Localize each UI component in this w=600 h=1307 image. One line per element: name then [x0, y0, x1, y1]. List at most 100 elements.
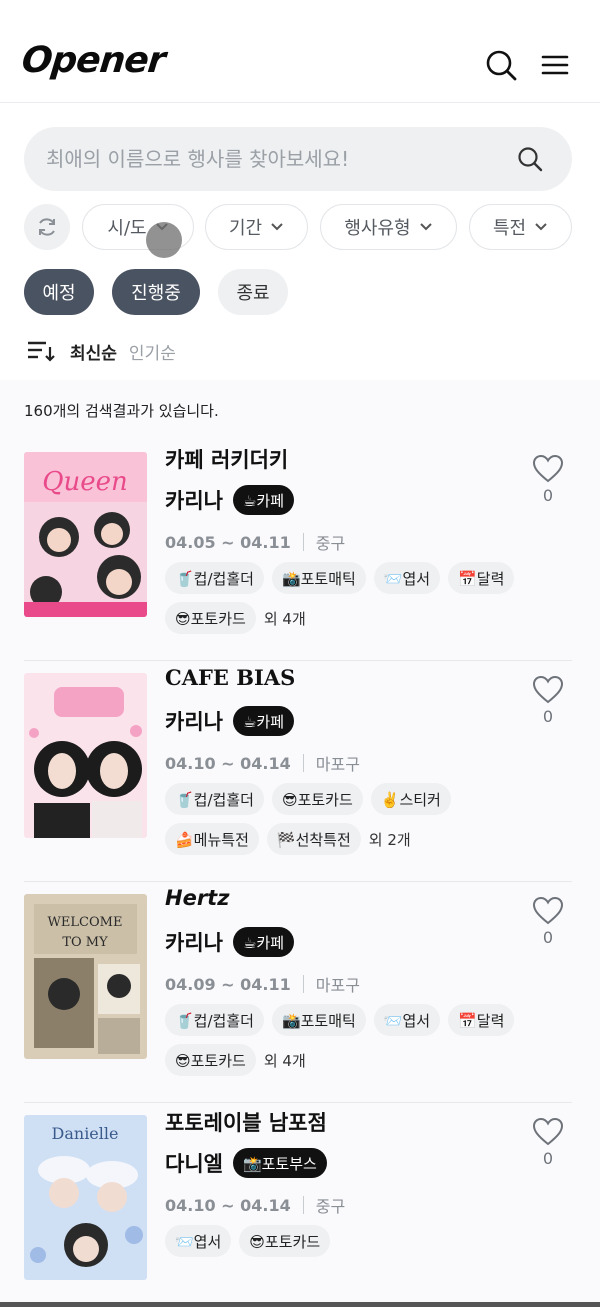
event-card[interactable]: CAFE BIAS 카리나 ☕카페 04.10 ~ 04.14 마포구 🥤컵/컵… — [24, 661, 572, 882]
divider — [302, 975, 304, 993]
benefit-tag: 📨엽서 — [165, 1225, 232, 1257]
event-card[interactable]: Queen 카페 러키더키 카리나 ☕카페 04.05 ~ 04.11 중구 🥤… — [24, 440, 572, 661]
filter-event-type-label: 행사유형 — [344, 218, 411, 239]
sort-bar: 최신순 인기순 — [26, 337, 176, 365]
event-poster[interactable]: Queen — [24, 452, 147, 617]
more-benefits: 외 4개 — [263, 609, 306, 628]
bottom-edge — [0, 1302, 600, 1307]
event-type-badge: ☕카페 — [232, 927, 295, 957]
filter-benefit-label: 특전 — [492, 218, 527, 239]
event-meta: 04.10 ~ 04.14 마포구 — [165, 751, 360, 775]
benefit-tag: 📸포토매틱 — [271, 562, 366, 594]
like-button[interactable]: 0 — [530, 454, 566, 505]
like-count: 0 — [542, 486, 554, 505]
event-title[interactable]: 포토레이블 남포점 — [165, 1107, 327, 1137]
event-district: 중구 — [315, 1197, 346, 1216]
benefit-tag: 📸포토매틱 — [271, 1004, 366, 1036]
heart-icon — [532, 896, 564, 925]
benefit-tag: 📨엽서 — [373, 1004, 441, 1036]
event-title[interactable]: 카페 러키더키 — [165, 444, 288, 474]
artist-name: 다니엘 — [165, 1152, 223, 1176]
benefit-tag: 😎포토카드 — [239, 1225, 331, 1257]
search-icon[interactable] — [484, 48, 518, 82]
artist-name: 카리나 — [165, 931, 223, 955]
status-ended[interactable]: 종료 — [218, 269, 288, 315]
touch-indicator — [146, 222, 182, 258]
filter-benefit[interactable]: 특전 — [469, 204, 572, 250]
event-card[interactable]: Danielle 포토레이블 남포점 다니엘 📸포토부스 04.10 ~ 04.… — [24, 1103, 572, 1307]
filter-region-label: 시/도 — [107, 218, 147, 239]
like-button[interactable]: 0 — [530, 1117, 566, 1168]
event-card[interactable]: WELCOME TO MY Hertz 카리나 ☕카페 04.09 ~ 04.1… — [24, 882, 572, 1103]
event-poster[interactable] — [24, 673, 147, 838]
event-district: 마포구 — [315, 755, 360, 774]
event-meta: 04.10 ~ 04.14 중구 — [165, 1193, 345, 1217]
like-count: 0 — [542, 928, 554, 947]
svg-text:Queen: Queen — [42, 467, 128, 497]
svg-text:TO MY: TO MY — [62, 935, 108, 950]
search-icon[interactable] — [516, 145, 544, 173]
artist-row: 카리나 ☕카페 — [165, 484, 295, 516]
poster-image: Queen — [24, 452, 147, 617]
event-poster[interactable]: Danielle — [24, 1115, 147, 1280]
filter-event-type[interactable]: 행사유형 — [320, 204, 457, 250]
sort-latest[interactable]: 최신순 — [70, 339, 117, 364]
benefit-tags: 📨엽서 😎포토카드 — [165, 1225, 565, 1265]
artist-name: 카리나 — [165, 489, 223, 513]
benefit-tag: 😎포토카드 — [165, 602, 256, 634]
event-district: 중구 — [315, 534, 346, 553]
search-input[interactable] — [46, 141, 506, 177]
like-count: 0 — [542, 1149, 554, 1168]
divider — [302, 1196, 304, 1214]
event-poster[interactable]: WELCOME TO MY — [24, 894, 147, 1059]
heart-icon — [532, 454, 564, 483]
search-bar — [24, 127, 572, 191]
benefit-tag: 😎포토카드 — [271, 783, 363, 815]
event-district: 마포구 — [315, 976, 360, 995]
chevron-down-icon — [271, 223, 283, 231]
svg-text:WELCOME: WELCOME — [48, 915, 123, 930]
app-header: Opener — [0, 0, 600, 103]
like-button[interactable]: 0 — [530, 896, 566, 947]
sort-popular[interactable]: 인기순 — [129, 339, 176, 364]
event-dates: 04.05 ~ 04.11 — [165, 532, 291, 552]
benefit-tag: 😎포토카드 — [165, 1044, 256, 1076]
sort-icon[interactable] — [26, 339, 56, 363]
like-count: 0 — [542, 707, 554, 726]
chevron-down-icon — [535, 223, 547, 231]
result-count: 160개의 검색결과가 있습니다. — [24, 402, 219, 420]
benefit-tags: 🥤컵/컵홀더 😎포토카드 ✌️스티커 🍰메뉴특전 🏁선착특전 외 2개 — [165, 783, 565, 863]
artist-row: 카리나 ☕카페 — [165, 926, 295, 958]
artist-row: 다니엘 📸포토부스 — [165, 1147, 327, 1179]
refresh-button[interactable] — [24, 204, 70, 250]
status-upcoming[interactable]: 예정 — [24, 269, 94, 315]
status-ongoing[interactable]: 진행중 — [112, 269, 200, 315]
heart-icon — [532, 1117, 564, 1146]
event-dates: 04.10 ~ 04.14 — [165, 753, 291, 773]
benefit-tags: 🥤컵/컵홀더 📸포토매틱 📨엽서 📅달력 😎포토카드 외 4개 — [165, 562, 565, 642]
filter-period-label: 기간 — [228, 218, 263, 239]
svg-text:Danielle: Danielle — [52, 1124, 119, 1143]
heart-icon — [532, 675, 564, 704]
event-title[interactable]: Hertz — [165, 886, 229, 910]
event-type-badge: 📸포토부스 — [232, 1148, 327, 1178]
menu-icon[interactable] — [538, 48, 572, 82]
artist-name: 카리나 — [165, 710, 223, 734]
poster-image — [24, 673, 147, 838]
poster-image: WELCOME TO MY — [24, 894, 147, 1059]
more-benefits: 외 2개 — [368, 830, 411, 849]
event-title[interactable]: CAFE BIAS — [165, 665, 295, 690]
benefit-tag: 🥤컵/컵홀더 — [165, 562, 264, 594]
event-dates: 04.09 ~ 04.11 — [165, 974, 291, 994]
benefit-tag: 🥤컵/컵홀더 — [165, 1004, 264, 1036]
event-meta: 04.09 ~ 04.11 마포구 — [165, 972, 360, 996]
benefit-tags: 🥤컵/컵홀더 📸포토매틱 📨엽서 📅달력 😎포토카드 외 4개 — [165, 1004, 565, 1084]
like-button[interactable]: 0 — [530, 675, 566, 726]
filter-period[interactable]: 기간 — [205, 204, 308, 250]
benefit-tag: 🥤컵/컵홀더 — [165, 783, 264, 815]
filter-bar: 시/도 기간 행사유형 특전 — [24, 204, 584, 250]
more-benefits: 외 4개 — [263, 1051, 306, 1070]
artist-row: 카리나 ☕카페 — [165, 705, 295, 737]
app-logo[interactable]: Opener — [20, 40, 167, 81]
divider — [302, 533, 304, 551]
